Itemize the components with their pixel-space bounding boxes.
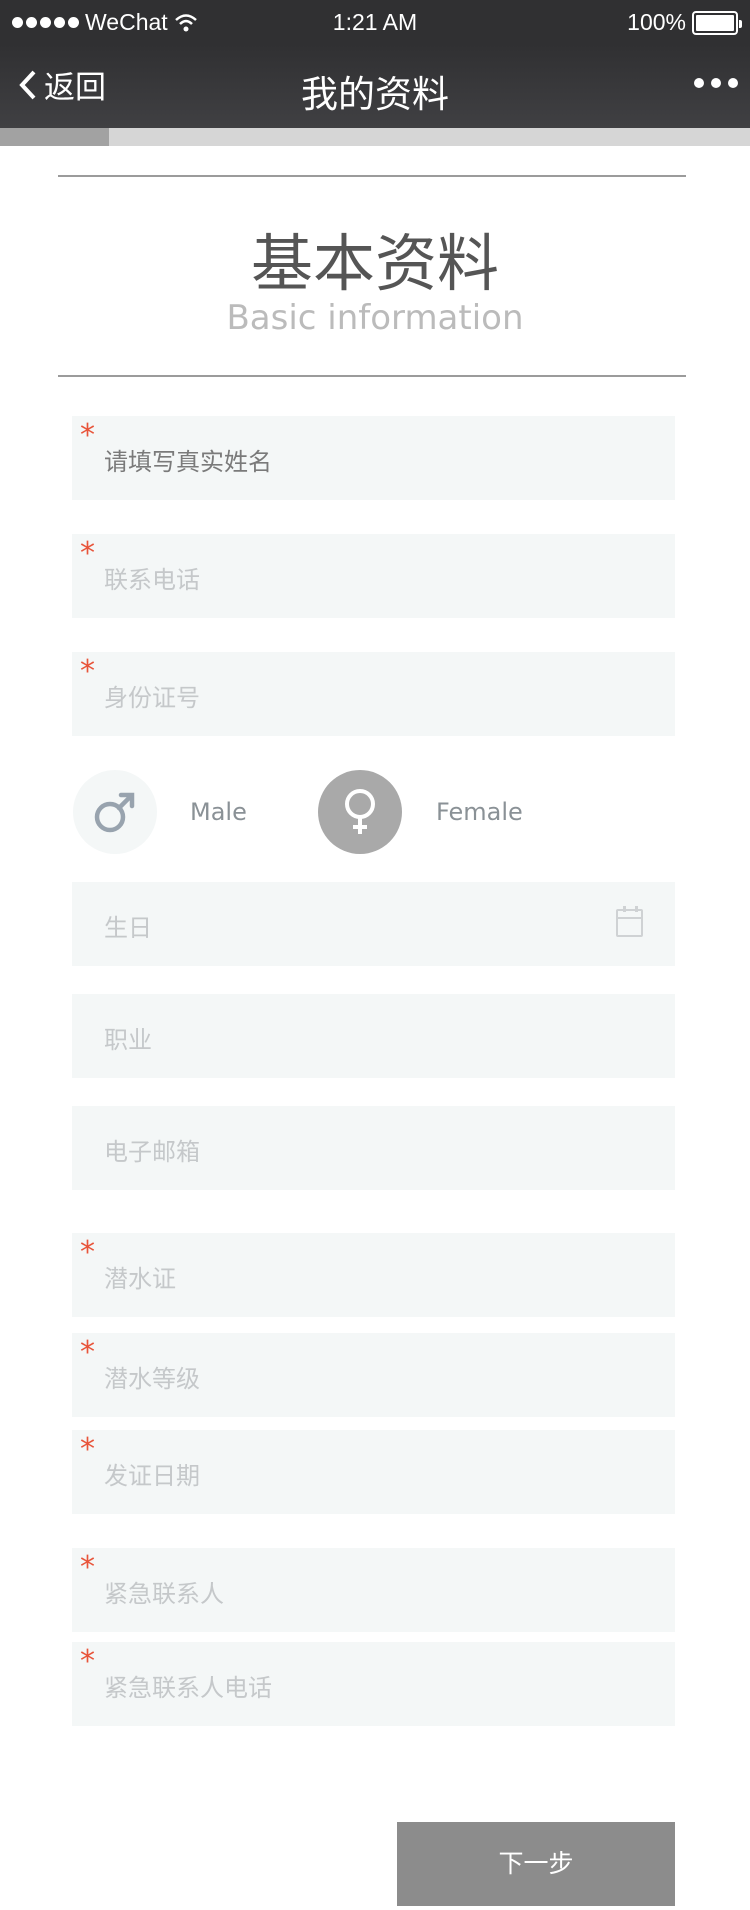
phone-placeholder: 联系电话 (104, 566, 200, 594)
required-mark: * (80, 654, 95, 689)
male-label[interactable]: Male (190, 798, 247, 826)
status-bar: WeChat 1:21 AM 100% (0, 0, 750, 44)
required-mark: * (80, 1335, 95, 1370)
emergency-phone-field[interactable]: * 紧急联系人电话 (72, 1642, 675, 1726)
id-number-field[interactable]: * 身份证号 (72, 652, 675, 736)
dive-level-placeholder: 潜水等级 (104, 1365, 200, 1393)
cert-date-placeholder: 发证日期 (104, 1462, 200, 1490)
dive-cert-field[interactable]: * 潜水证 (72, 1233, 675, 1317)
female-symbol-icon (345, 789, 375, 834)
emergency-contact-field[interactable]: * 紧急联系人 (72, 1548, 675, 1632)
required-mark: * (80, 536, 95, 571)
more-menu-icon[interactable] (694, 78, 738, 88)
id-number-placeholder: 身份证号 (104, 684, 200, 712)
dive-level-field[interactable]: * 潜水等级 (72, 1333, 675, 1417)
name-field[interactable]: * 请填写真实姓名 (72, 416, 675, 500)
step-progress-bar (0, 128, 750, 146)
cert-date-field[interactable]: * 发证日期 (72, 1430, 675, 1514)
section-title: 基本资料 (250, 227, 499, 300)
emergency-contact-placeholder: 紧急联系人 (104, 1580, 224, 1608)
required-mark: * (80, 1432, 95, 1467)
email-field[interactable]: 电子邮箱 (72, 1106, 675, 1190)
required-mark: * (80, 1550, 95, 1585)
female-radio[interactable] (318, 770, 402, 854)
male-radio[interactable] (73, 770, 157, 854)
male-symbol-icon (94, 792, 135, 833)
progress-fill (0, 128, 109, 146)
birthday-placeholder: 生日 (104, 914, 152, 942)
nav-bar: 返回 我的资料 (0, 44, 750, 128)
calendar-icon[interactable] (616, 906, 643, 937)
phone-field[interactable]: * 联系电话 (72, 534, 675, 618)
section-subtitle: Basic information (226, 298, 524, 338)
divider-bottom (58, 375, 686, 377)
battery-percent: 100% (627, 9, 686, 35)
email-placeholder: 电子邮箱 (104, 1138, 200, 1166)
divider-top (58, 175, 686, 177)
battery-icon (692, 10, 742, 35)
birthday-field[interactable]: 生日 (72, 882, 675, 966)
battery-group: 100% (627, 9, 742, 36)
occupation-field[interactable]: 职业 (72, 994, 675, 1078)
required-mark: * (80, 418, 95, 453)
required-mark: * (80, 1235, 95, 1270)
dive-cert-placeholder: 潜水证 (104, 1265, 176, 1293)
female-label[interactable]: Female (436, 798, 523, 826)
required-mark: * (80, 1644, 95, 1679)
emergency-phone-placeholder: 紧急联系人电话 (104, 1674, 272, 1702)
occupation-placeholder: 职业 (104, 1026, 152, 1054)
page-title: 我的资料 (301, 73, 449, 116)
next-step-button[interactable]: 下一步 (397, 1822, 675, 1906)
name-placeholder: 请填写真实姓名 (104, 448, 272, 476)
